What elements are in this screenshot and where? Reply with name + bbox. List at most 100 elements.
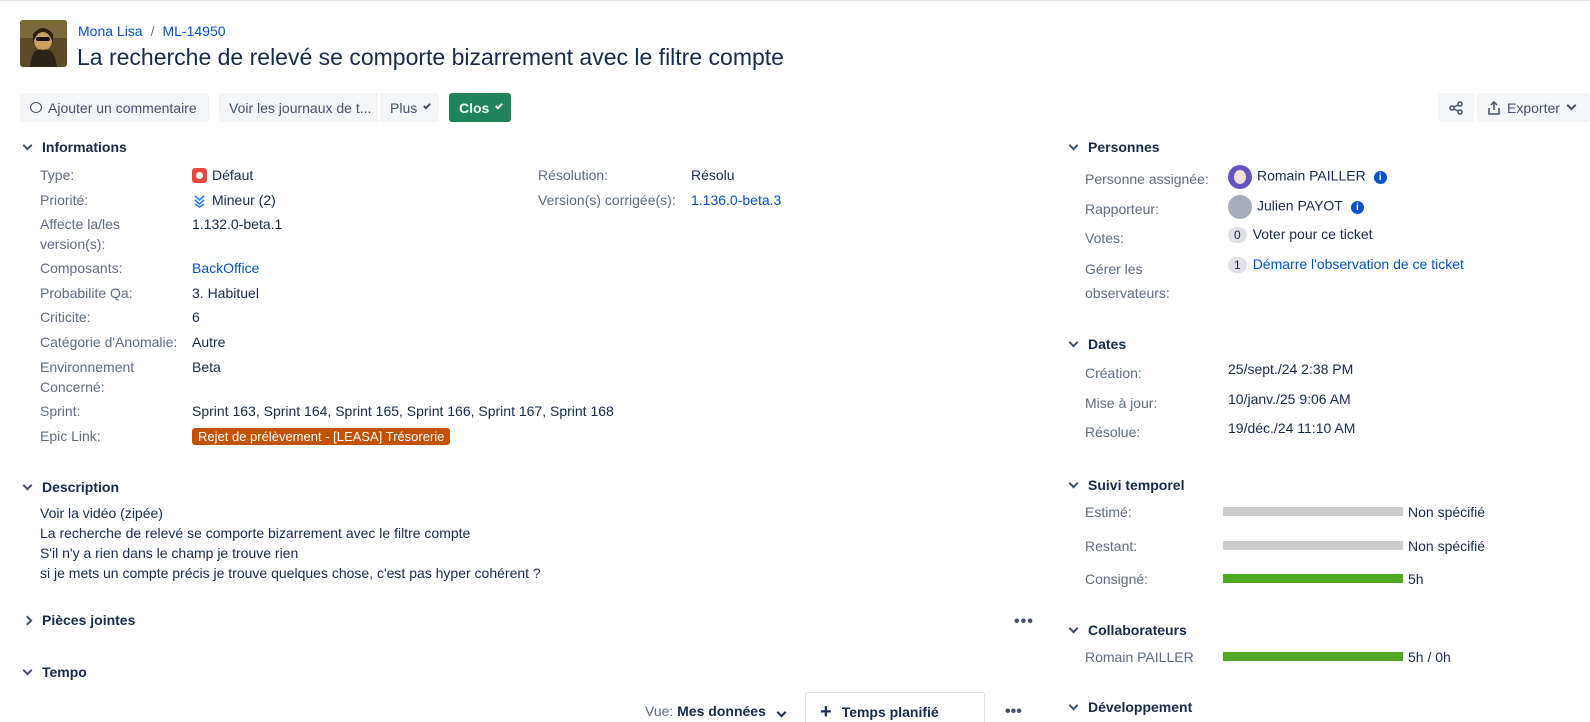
chevron-down-icon xyxy=(1068,140,1079,150)
description-line: si je mets un compte précis je trouve qu… xyxy=(40,565,541,581)
components-link[interactable]: BackOffice xyxy=(192,258,259,278)
chevron-down-icon xyxy=(423,101,431,110)
reporter-label: Rapporteur: xyxy=(1085,201,1159,217)
people-section-toggle[interactable]: Personnes xyxy=(1068,139,1160,155)
probability-label: Probabilite Qa: xyxy=(40,285,133,301)
criticity-value: 6 xyxy=(192,309,200,325)
votes-label: Votes: xyxy=(1085,230,1124,246)
priority-minor-icon xyxy=(194,195,205,208)
chevron-right-icon xyxy=(22,615,33,625)
environment-label: Environnement Concerné: xyxy=(40,359,135,395)
remaining-bar xyxy=(1223,541,1403,550)
top-border xyxy=(0,0,1590,1)
chevron-down-icon xyxy=(1068,337,1079,347)
resolution-label: Résolution: xyxy=(538,167,609,183)
reporter-value[interactable]: Julien PAYOT i xyxy=(1228,195,1364,219)
dates-section-toggle[interactable]: Dates xyxy=(1068,336,1126,352)
plus-icon: + xyxy=(820,700,832,722)
collaborator-value: 5h / 0h xyxy=(1408,649,1451,665)
chevron-down-icon xyxy=(1068,700,1079,710)
sprint-label: Sprint: xyxy=(40,403,81,419)
details-section-toggle[interactable]: Informations xyxy=(22,139,127,155)
chevron-down-icon xyxy=(1068,478,1079,488)
development-section-toggle[interactable]: Développement xyxy=(1068,699,1192,715)
assignee-label: Personne assignée: xyxy=(1085,171,1209,187)
tempo-view-selector[interactable]: Vue: Mes données xyxy=(645,703,787,719)
chevron-down-icon xyxy=(22,480,33,490)
chevron-down-icon xyxy=(22,665,33,675)
bar-fill xyxy=(1223,574,1403,583)
issue-toolbar: Ajouter un commentaire Voir les journaux… xyxy=(20,93,511,122)
resolution-value: Résolu xyxy=(691,167,735,183)
votes-value[interactable]: 0 Voter pour ce ticket xyxy=(1228,224,1373,244)
components-label: Composants: xyxy=(40,260,123,276)
more-options-icon[interactable]: ••• xyxy=(1014,613,1034,631)
watch-link[interactable]: Démarre l'observation de ce ticket xyxy=(1253,256,1464,272)
info-icon[interactable]: i xyxy=(1373,170,1387,184)
planned-time-button[interactable]: + Temps planifié xyxy=(805,692,985,722)
export-icon xyxy=(1488,100,1500,115)
share-button[interactable] xyxy=(1438,93,1474,122)
chevron-down-icon xyxy=(1068,623,1079,633)
epic-link-label: Epic Link: xyxy=(40,428,101,444)
type-value: Défaut xyxy=(192,165,253,185)
sprint-value: Sprint 163, Sprint 164, Sprint 165, Spri… xyxy=(192,403,614,419)
assignee-value[interactable]: Romain PAILLER i xyxy=(1228,165,1387,189)
remaining-value: Non spécifié xyxy=(1408,538,1486,554)
status-dropdown[interactable]: Clos xyxy=(449,93,511,122)
avatar xyxy=(1228,165,1252,189)
fix-version-link[interactable]: 1.136.0-beta.3 xyxy=(691,190,781,210)
time-tracking-section-toggle[interactable]: Suivi temporel xyxy=(1068,477,1184,493)
updated-value: 10/janv./25 9:06 AM xyxy=(1228,391,1351,407)
description-section-toggle[interactable]: Description xyxy=(22,479,119,495)
watchers-value[interactable]: 1 Démarre l'observation de ce ticket xyxy=(1228,254,1464,274)
estimated-value: Non spécifié xyxy=(1408,504,1486,520)
collaborator-bar xyxy=(1223,652,1403,661)
view-logs-button[interactable]: Voir les journaux de t... xyxy=(219,93,378,122)
description-line: S'il n'y a rien dans le champ je trouve … xyxy=(40,545,299,561)
watchers-count-badge: 1 xyxy=(1228,257,1247,273)
avatar xyxy=(1228,195,1252,219)
attachments-section-toggle[interactable]: Pièces jointes xyxy=(22,612,135,628)
criticity-label: Criticite: xyxy=(40,309,91,325)
resolved-value: 19/déc./24 11:10 AM xyxy=(1228,420,1356,436)
chevron-down-icon xyxy=(22,140,33,150)
category-value: Autre xyxy=(192,334,226,350)
more-options-icon[interactable]: ••• xyxy=(1005,703,1022,721)
breadcrumb: Mona Lisa / ML-14950 xyxy=(78,23,226,39)
tempo-section-toggle[interactable]: Tempo xyxy=(22,664,87,680)
collaborators-section-toggle[interactable]: Collaborateurs xyxy=(1068,622,1187,638)
type-label: Type: xyxy=(40,167,75,183)
bug-icon xyxy=(192,168,207,183)
logged-value: 5h xyxy=(1408,571,1424,587)
votes-count-badge: 0 xyxy=(1228,227,1247,243)
created-value: 25/sept./24 2:38 PM xyxy=(1228,361,1354,377)
watchers-label: Gérer les observateurs: xyxy=(1085,261,1170,301)
description-line: Voir la vidéo (zipée) xyxy=(40,505,163,521)
chevron-down-icon xyxy=(776,707,787,718)
estimated-bar xyxy=(1223,507,1403,516)
breadcrumb-project-link[interactable]: Mona Lisa xyxy=(78,23,143,39)
share-icon xyxy=(1449,100,1463,115)
info-icon[interactable]: i xyxy=(1350,200,1364,214)
estimated-label: Estimé: xyxy=(1085,504,1132,520)
breadcrumb-separator: / xyxy=(150,23,155,39)
fix-version-label: Version(s) corrigée(s): xyxy=(538,192,676,208)
bar-fill xyxy=(1223,652,1403,661)
export-dropdown[interactable]: Exporter xyxy=(1477,93,1590,122)
project-avatar[interactable] xyxy=(20,20,67,67)
logged-label: Consigné: xyxy=(1085,571,1149,587)
comment-icon xyxy=(30,102,42,113)
created-label: Création: xyxy=(1085,365,1142,381)
description-body: Voir la vidéo (zipée) La recherche de re… xyxy=(40,503,541,583)
breadcrumb-issue-link[interactable]: ML-14950 xyxy=(162,23,225,39)
vote-link[interactable]: Voter pour ce ticket xyxy=(1253,226,1373,242)
description-line: La recherche de relevé se comporte bizar… xyxy=(40,525,471,541)
environment-value: Beta xyxy=(192,359,221,375)
affects-version-label: Affecte la/les version(s): xyxy=(40,216,120,252)
epic-link-lozenge[interactable]: Rejet de prélèvement - [LEASA] Trésoreri… xyxy=(192,428,451,445)
more-dropdown[interactable]: Plus xyxy=(380,93,439,122)
priority-value: Mineur (2) xyxy=(192,190,276,210)
remaining-label: Restant: xyxy=(1085,538,1138,554)
add-comment-button[interactable]: Ajouter un commentaire xyxy=(20,93,209,122)
